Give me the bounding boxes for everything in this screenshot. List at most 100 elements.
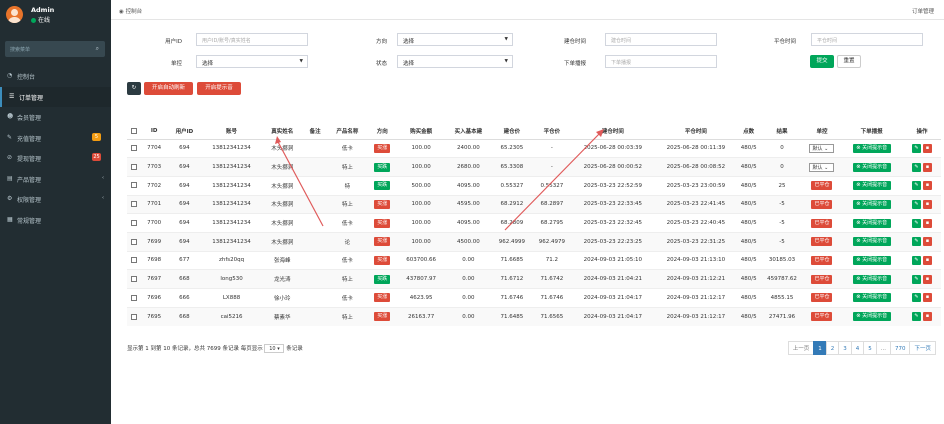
sidebar-item-4[interactable]: ⊘ 提现管理 25 — [0, 148, 111, 168]
toggle-notify-button[interactable]: ⊗ 关闭提示音 — [852, 199, 891, 209]
row-checkbox[interactable] — [131, 238, 138, 245]
sidebar-item-3[interactable]: ✎ 充值管理 5 — [0, 128, 111, 148]
auto-refresh-button[interactable]: 开启自动刷新 — [144, 82, 193, 95]
sidebar-item-0[interactable]: ◔ 控制台 — [0, 66, 111, 86]
edit-icon[interactable]: ✎ — [911, 274, 921, 284]
delete-icon[interactable]: ▪ — [922, 274, 932, 284]
table-cell — [127, 288, 142, 308]
table-cell: 特上 — [326, 194, 368, 214]
prev-page-button[interactable]: 上一页 — [787, 341, 815, 355]
chevron-left-icon: ‹ — [102, 174, 104, 181]
sidebar-item-2[interactable]: ☻ 会员管理 — [0, 107, 111, 127]
table-cell: - — [532, 138, 571, 158]
table-cell: 7701 — [141, 194, 167, 214]
row-checkbox[interactable] — [131, 275, 138, 282]
sidebar-item-6[interactable]: ⚙ 权限管理 ‹ — [0, 189, 111, 209]
edit-icon[interactable]: ✎ — [911, 237, 921, 247]
toggle-notify-button[interactable]: ⊗ 关闭提示音 — [852, 218, 891, 228]
select-all-checkbox[interactable] — [131, 127, 138, 134]
row-checkbox[interactable] — [131, 294, 138, 301]
table-cell: 0.55327 — [490, 175, 533, 196]
topbar-right-link[interactable]: 订单管理 — [912, 7, 934, 15]
page-button[interactable]: 2 — [825, 341, 840, 355]
table-cell: 徐小玲 — [261, 288, 304, 308]
table-cell — [303, 157, 327, 177]
toggle-notify-button[interactable]: ⊗ 关闭提示音 — [852, 143, 891, 153]
delete-icon[interactable]: ▪ — [922, 199, 932, 209]
delete-icon[interactable]: ▪ — [922, 143, 932, 153]
filter-direction-select[interactable]: 选择 ▼ — [397, 33, 513, 46]
edit-icon[interactable]: ✎ — [911, 312, 921, 322]
row-checkbox[interactable] — [131, 257, 138, 264]
delete-icon[interactable]: ▪ — [922, 237, 932, 247]
toggle-notify-button[interactable]: ⊗ 关闭提示音 — [852, 237, 891, 247]
delete-icon[interactable]: ▪ — [922, 255, 932, 265]
delete-icon[interactable]: ▪ — [922, 181, 932, 191]
direction-badge: 买涨 — [374, 237, 391, 247]
page-button[interactable]: 5 — [863, 341, 877, 355]
next-page-button[interactable]: 下一页 — [909, 341, 936, 355]
edit-icon[interactable]: ✎ — [911, 162, 921, 172]
toggle-notify-button[interactable]: ⊗ 关闭提示音 — [852, 312, 891, 322]
toggle-notify-button[interactable]: ⊗ 关闭提示音 — [852, 274, 891, 284]
filter-user-id-input[interactable]: 用户ID/账号/真实姓名 — [196, 33, 308, 46]
page-button[interactable]: 770 — [889, 341, 911, 355]
toggle-notify-button[interactable]: ⊗ 关闭提示音 — [852, 162, 891, 172]
toggle-notify-button[interactable]: ⊗ 关闭提示音 — [852, 255, 891, 265]
edit-icon[interactable]: ✎ — [911, 255, 921, 265]
recharge-icon: ✎ — [7, 133, 13, 141]
table-cell: 2025-03-23 22:33:45 — [570, 194, 655, 214]
table-cell: 71.6742 — [532, 269, 571, 289]
sidebar-search-input[interactable]: 搜索菜单 ⌕ — [5, 41, 105, 57]
table-cell: ⊗ 关闭提示音 — [840, 194, 903, 214]
table-cell: 已平仓 — [803, 269, 841, 289]
control-select[interactable]: 默认 ⌄ — [809, 143, 835, 153]
edit-icon[interactable]: ✎ — [911, 199, 921, 209]
edit-icon[interactable]: ✎ — [911, 143, 921, 153]
delete-icon[interactable]: ▪ — [922, 162, 932, 172]
sidebar-item-7[interactable]: ▦ 常规管理 — [0, 210, 111, 230]
user-name: Admin — [31, 6, 55, 14]
filter-order-notify-input[interactable]: 下单播报 — [605, 55, 717, 68]
row-checkbox[interactable] — [131, 182, 138, 189]
reset-button[interactable]: 重置 — [837, 55, 861, 68]
edit-icon[interactable]: ✎ — [911, 218, 921, 228]
table-cell: 2024-09-03 21:12:21 — [654, 269, 737, 289]
page-button[interactable]: 1 — [813, 341, 827, 355]
row-checkbox[interactable] — [131, 313, 138, 320]
control-select[interactable]: 默认 ⌄ — [809, 162, 835, 172]
sidebar-item-5[interactable]: ▤ 产品管理 ‹ — [0, 169, 111, 189]
edit-icon[interactable]: ✎ — [911, 293, 921, 303]
table-cell: LX888 — [201, 288, 262, 308]
search-icon[interactable]: ⌕ — [96, 45, 99, 53]
sidebar-item-1[interactable]: ☰ 订单管理 — [0, 86, 111, 107]
table-cell — [303, 306, 327, 326]
filter-status-select[interactable]: 选择 ▼ — [397, 55, 513, 68]
toggle-notify-button[interactable]: ⊗ 关闭提示音 — [852, 181, 891, 191]
toggle-notify-label: 关闭提示音 — [862, 313, 888, 320]
refresh-button[interactable]: ↻ — [127, 82, 141, 95]
filter-create-time-input[interactable]: 建仓时间 — [605, 33, 717, 46]
page-size-select[interactable]: 10 ▾ — [264, 344, 285, 353]
edit-icon[interactable]: ✎ — [911, 181, 921, 191]
filter-control-select[interactable]: 选择 ▼ — [196, 55, 308, 68]
table-cell: ⊗ 关闭提示音 — [840, 231, 903, 252]
row-checkbox[interactable] — [131, 201, 138, 208]
page-button[interactable]: 3 — [838, 341, 852, 355]
table-cell: 677 — [166, 250, 202, 270]
delete-icon[interactable]: ▪ — [922, 312, 932, 322]
row-checkbox[interactable] — [131, 145, 138, 152]
delete-icon[interactable]: ▪ — [922, 218, 932, 228]
filter-user-id-placeholder: 用户ID/账号/真实姓名 — [202, 38, 251, 44]
toggle-notify-button[interactable]: ⊗ 关闭提示音 — [852, 293, 891, 303]
page-button[interactable]: 4 — [850, 341, 865, 355]
delete-icon[interactable]: ▪ — [922, 293, 932, 303]
submit-button[interactable]: 提交 — [810, 55, 834, 68]
filter-close-time-input[interactable]: 平仓时间 — [811, 33, 923, 46]
row-checkbox[interactable] — [131, 219, 138, 226]
toggle-notify-label: 关闭提示音 — [862, 238, 888, 245]
caret-down-icon: ▼ — [504, 59, 508, 64]
table-cell: 668 — [166, 306, 202, 326]
row-checkbox[interactable] — [131, 163, 138, 170]
open-notify-button[interactable]: 开启提示音 — [197, 82, 241, 95]
